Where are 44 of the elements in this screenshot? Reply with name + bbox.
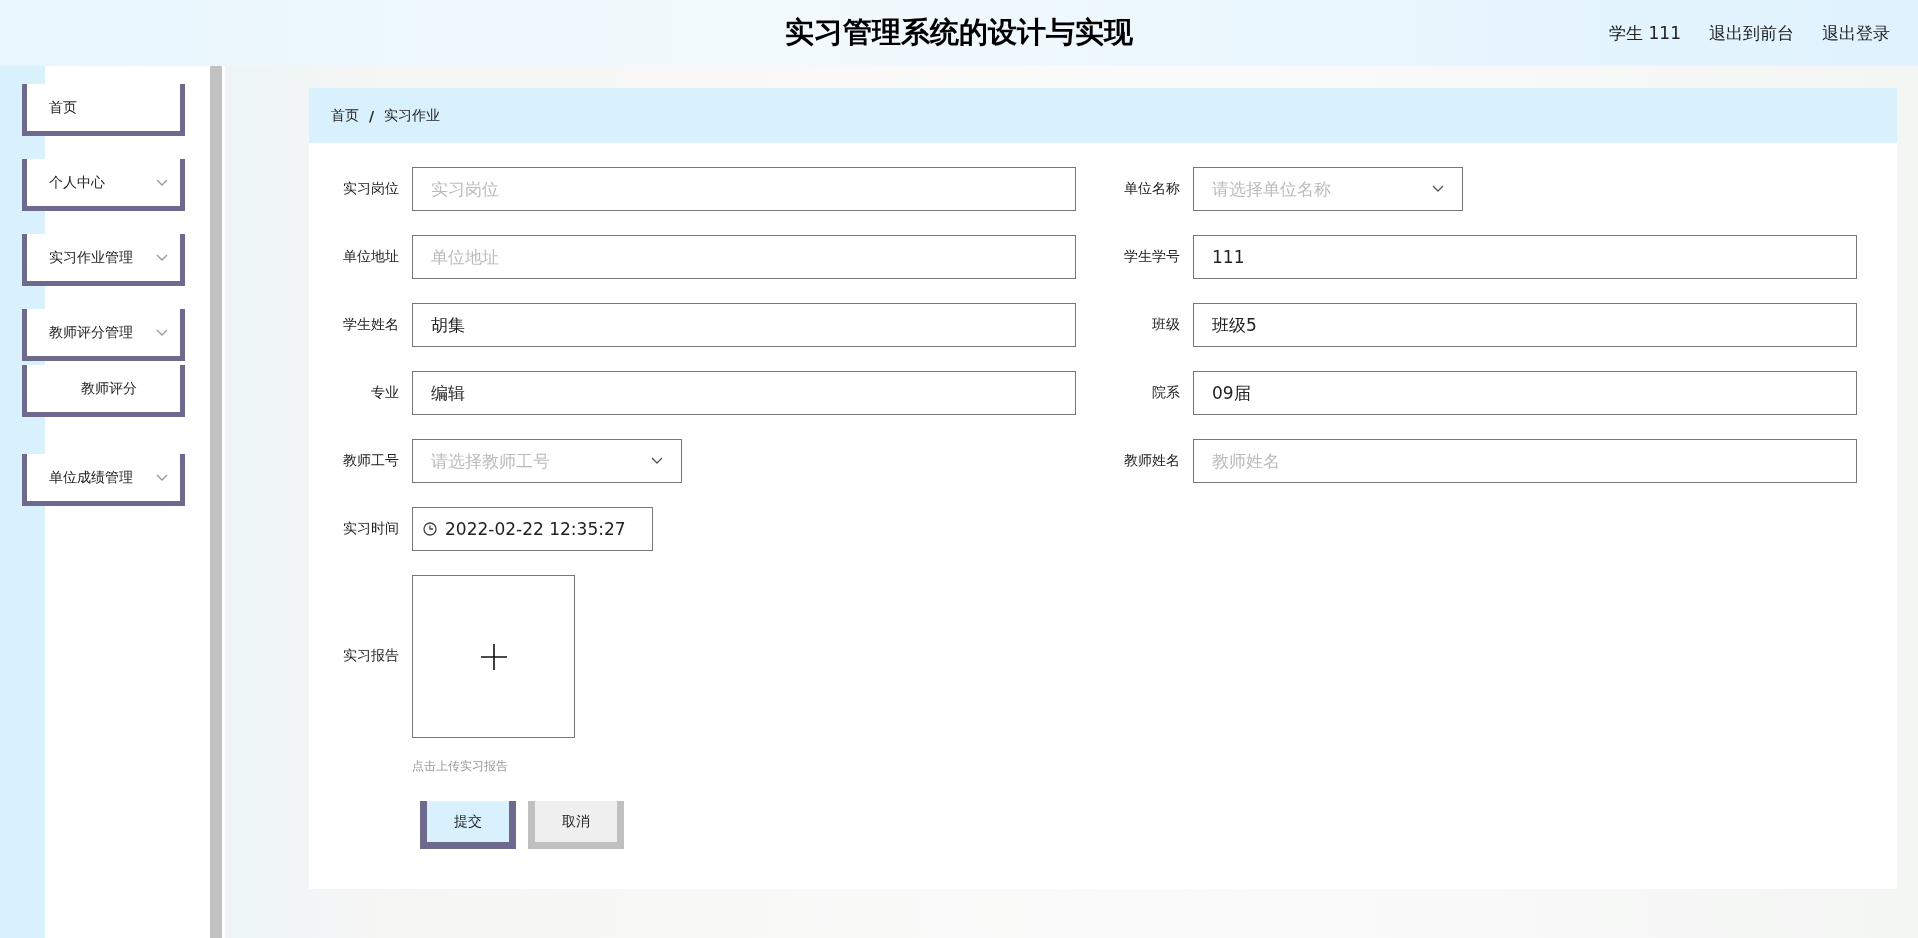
header-link[interactable]: 退出到前台 xyxy=(1709,21,1794,45)
field-label: 单位地址 xyxy=(342,248,399,266)
caret-icon xyxy=(156,473,168,482)
app-title: 实习管理系统的设计与实现 xyxy=(785,14,1133,51)
header-link[interactable]: 退出登录 xyxy=(1822,21,1890,45)
datetime-field[interactable]: 2022-02-22 12:35:27 xyxy=(412,507,653,551)
input-field[interactable]: 09届 xyxy=(1193,371,1857,415)
breadcrumb-item: 实习作业 xyxy=(384,106,441,125)
caret-icon xyxy=(156,253,168,262)
field-label: 实习报告 xyxy=(342,647,399,665)
sidebar-item[interactable]: 单位成绩管理 xyxy=(22,454,185,506)
upload-hint: 点击上传实习报告 xyxy=(412,758,509,775)
header-link[interactable]: 学生 111 xyxy=(1609,21,1681,45)
input-field[interactable]: 编辑 xyxy=(412,371,1076,415)
field-label: 班级 xyxy=(1151,316,1180,334)
input-field[interactable]: 111 xyxy=(1193,235,1857,279)
breadcrumb-item[interactable]: 首页 xyxy=(331,106,359,125)
caret-icon xyxy=(1432,185,1444,193)
input-field[interactable]: 班级5 xyxy=(1193,303,1857,347)
sidebar-item[interactable]: 教师评分管理 xyxy=(22,309,185,361)
caret-icon xyxy=(156,328,168,337)
caret-icon xyxy=(156,178,168,187)
breadcrumb-separator: / xyxy=(369,107,375,124)
caret-icon xyxy=(651,457,663,465)
field-label: 专业 xyxy=(370,384,399,402)
input-field[interactable]: 胡集 xyxy=(412,303,1076,347)
field-label: 实习时间 xyxy=(342,520,399,538)
cancel-button[interactable]: 取消 xyxy=(528,801,624,849)
field-label: 教师工号 xyxy=(342,452,399,470)
submit-button[interactable]: 提交 xyxy=(420,801,516,849)
field-label: 实习岗位 xyxy=(342,180,399,198)
scrollbar[interactable] xyxy=(210,66,222,938)
field-label: 教师姓名 xyxy=(1123,452,1180,470)
sidebar-subitem[interactable]: 教师评分 xyxy=(22,365,185,417)
sidebar-item[interactable]: 实习作业管理 xyxy=(22,234,185,286)
sidebar-item[interactable]: 个人中心 xyxy=(22,159,185,211)
upload-area[interactable] xyxy=(412,575,575,738)
field-label: 学生姓名 xyxy=(342,316,399,334)
clock-icon xyxy=(423,522,437,536)
plus-icon xyxy=(480,643,507,670)
field-label: 学生学号 xyxy=(1123,248,1180,266)
sidebar-item[interactable]: 首页 xyxy=(22,84,185,136)
field-label: 单位名称 xyxy=(1123,180,1180,198)
field-label: 院系 xyxy=(1151,384,1180,402)
